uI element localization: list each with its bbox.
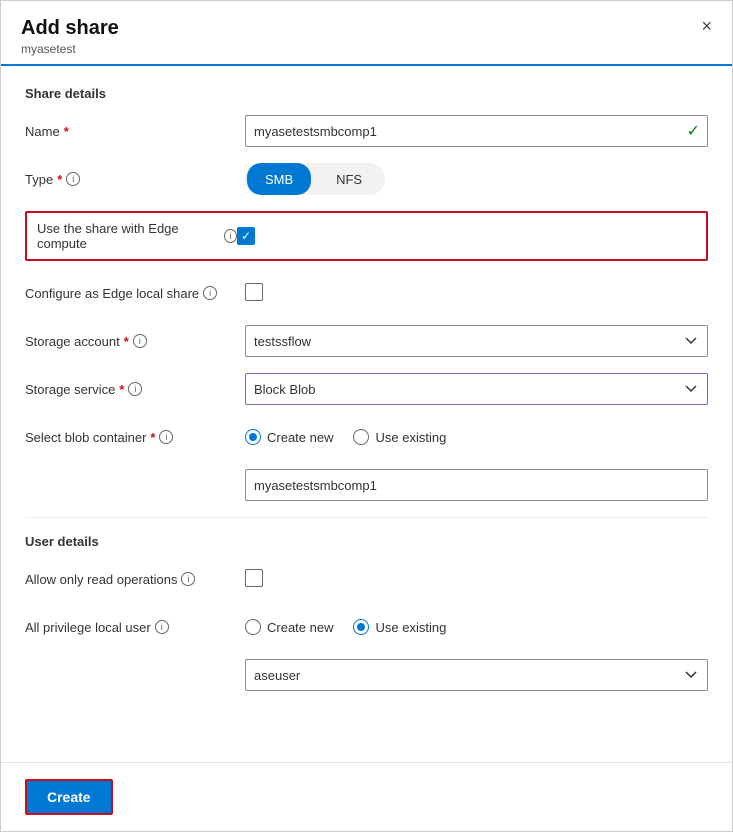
smb-option[interactable]: SMB xyxy=(247,163,311,195)
blob-container-options: Create new Use existing xyxy=(245,429,708,445)
read-only-row: Allow only read operations i xyxy=(25,563,708,595)
name-input[interactable] xyxy=(245,115,708,147)
privilege-user-label: All privilege local user i xyxy=(25,620,245,635)
privilege-user-radio-group: Create new Use existing xyxy=(245,619,708,635)
configure-local-checkbox[interactable] xyxy=(245,283,263,301)
edge-compute-label: Use the share with Edge compute i xyxy=(37,221,237,251)
storage-service-select-wrapper: Block Blob xyxy=(245,373,708,405)
storage-service-select[interactable]: Block Blob xyxy=(245,373,708,405)
type-info-icon: i xyxy=(66,172,80,186)
privilege-user-row: All privilege local user i Create new Us… xyxy=(25,611,708,643)
user-select[interactable]: aseuser xyxy=(245,659,708,691)
read-only-checkbox-wrapper xyxy=(245,569,708,590)
privilege-use-existing-option[interactable]: Use existing xyxy=(353,619,446,635)
blob-container-row: Select blob container * i Create new Use… xyxy=(25,421,708,453)
edge-compute-checkbox-wrapper: ✓ xyxy=(237,227,696,245)
share-details-section-title: Share details xyxy=(25,86,708,101)
name-input-wrapper: ✓ xyxy=(245,115,708,147)
blob-container-name-input[interactable] xyxy=(245,469,708,501)
user-select-row: aseuser xyxy=(25,659,708,691)
privilege-use-existing-label: Use existing xyxy=(375,620,446,635)
privilege-user-info-icon: i xyxy=(155,620,169,634)
blob-use-existing-option[interactable]: Use existing xyxy=(353,429,446,445)
storage-account-select[interactable]: testssflow xyxy=(245,325,708,357)
blob-container-name-row xyxy=(25,469,708,501)
configure-local-label: Configure as Edge local share i xyxy=(25,286,245,301)
blob-create-new-option[interactable]: Create new xyxy=(245,429,333,445)
edge-compute-info-icon: i xyxy=(224,229,237,243)
blob-container-required-star: * xyxy=(150,430,155,445)
name-valid-icon: ✓ xyxy=(687,121,700,141)
configure-local-info-icon: i xyxy=(203,286,217,300)
close-button[interactable]: × xyxy=(701,17,712,35)
blob-create-new-radio-inner xyxy=(249,433,257,441)
edge-compute-row: Use the share with Edge compute i ✓ xyxy=(25,211,708,261)
create-button[interactable]: Create xyxy=(25,779,113,815)
read-only-label: Allow only read operations i xyxy=(25,572,245,587)
dialog-body: Share details Name * ✓ Type * i SMB NF xyxy=(1,66,732,762)
storage-service-info-icon: i xyxy=(128,382,142,396)
privilege-create-new-radio[interactable] xyxy=(245,619,261,635)
type-label: Type * i xyxy=(25,172,245,187)
name-row: Name * ✓ xyxy=(25,115,708,147)
dialog-title-area: Add share myasetest xyxy=(21,17,119,56)
privilege-use-existing-radio-inner xyxy=(357,623,365,631)
nfs-option[interactable]: NFS xyxy=(313,163,385,195)
blob-container-label: Select blob container * i xyxy=(25,430,245,445)
blob-use-existing-radio[interactable] xyxy=(353,429,369,445)
privilege-use-existing-radio[interactable] xyxy=(353,619,369,635)
type-required-star: * xyxy=(57,172,62,187)
add-share-dialog: Add share myasetest × Share details Name… xyxy=(0,0,733,832)
storage-account-label: Storage account * i xyxy=(25,334,245,349)
blob-create-new-label: Create new xyxy=(267,430,333,445)
name-required-star: * xyxy=(64,124,69,139)
edge-compute-checkmark: ✓ xyxy=(241,230,251,242)
edge-compute-checkbox[interactable]: ✓ xyxy=(237,227,255,245)
storage-account-required-star: * xyxy=(124,334,129,349)
user-details-section-title: User details xyxy=(25,534,708,549)
blob-container-radio-group: Create new Use existing xyxy=(245,429,708,445)
type-toggle-group: SMB NFS xyxy=(245,163,708,195)
dialog-title: Add share xyxy=(21,17,119,40)
storage-account-select-wrapper: testssflow xyxy=(245,325,708,357)
storage-service-row: Storage service * i Block Blob xyxy=(25,373,708,405)
dialog-header: Add share myasetest × xyxy=(1,1,732,66)
configure-local-checkbox-wrapper xyxy=(245,283,708,304)
name-label: Name * xyxy=(25,124,245,139)
dialog-subtitle: myasetest xyxy=(21,42,119,56)
blob-container-info-icon: i xyxy=(159,430,173,444)
user-select-wrapper: aseuser xyxy=(245,659,708,691)
blob-create-new-radio[interactable] xyxy=(245,429,261,445)
storage-account-row: Storage account * i testssflow xyxy=(25,325,708,357)
privilege-create-new-label: Create new xyxy=(267,620,333,635)
dialog-footer: Create xyxy=(1,762,732,831)
read-only-checkbox[interactable] xyxy=(245,569,263,587)
read-only-info-icon: i xyxy=(181,572,195,586)
storage-service-label: Storage service * i xyxy=(25,382,245,397)
blob-use-existing-label: Use existing xyxy=(375,430,446,445)
section-divider xyxy=(25,517,708,518)
privilege-user-options: Create new Use existing xyxy=(245,619,708,635)
storage-account-info-icon: i xyxy=(133,334,147,348)
type-row: Type * i SMB NFS xyxy=(25,163,708,195)
smb-nfs-toggle[interactable]: SMB NFS xyxy=(245,163,385,195)
configure-local-row: Configure as Edge local share i xyxy=(25,277,708,309)
privilege-create-new-option[interactable]: Create new xyxy=(245,619,333,635)
storage-service-required-star: * xyxy=(119,382,124,397)
blob-container-name-wrapper xyxy=(245,469,708,501)
